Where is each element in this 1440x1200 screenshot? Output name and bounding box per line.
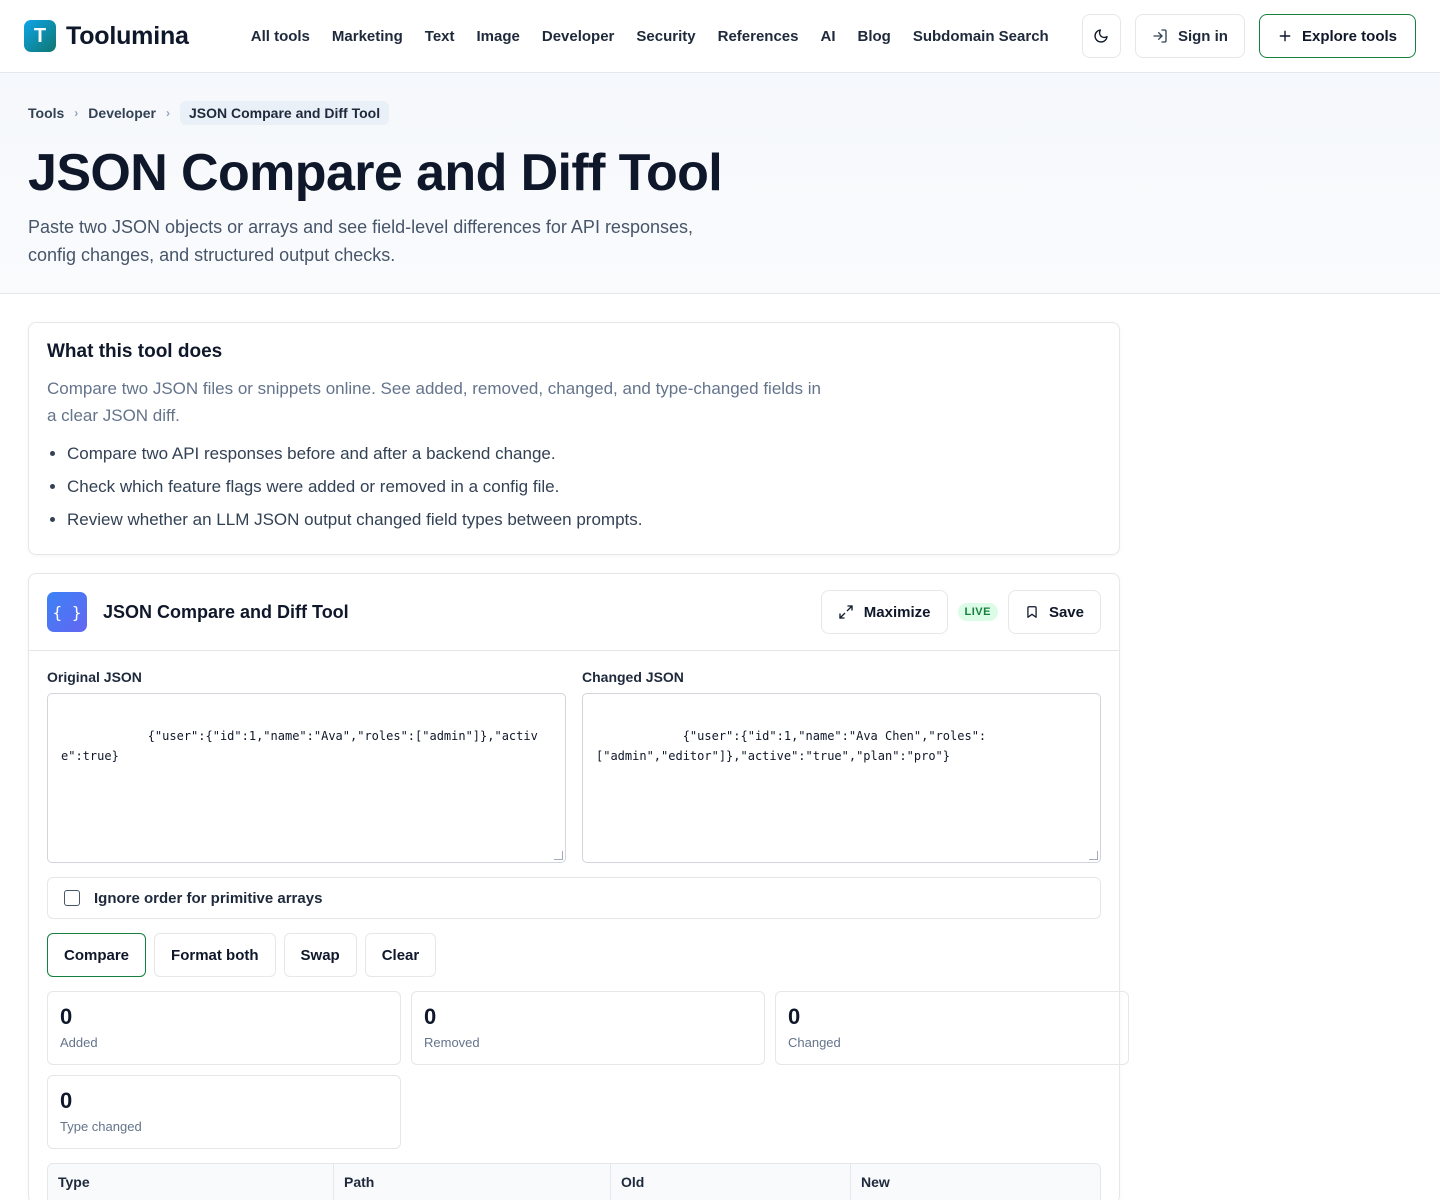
stat-removed: 0 Removed bbox=[411, 991, 765, 1065]
original-json-value: {"user":{"id":1,"name":"Ava","roles":["a… bbox=[61, 729, 538, 763]
header-actions: Sign in Explore tools bbox=[1081, 14, 1416, 58]
compare-button[interactable]: Compare bbox=[47, 933, 147, 977]
list-item: Compare two API responses before and aft… bbox=[67, 437, 1101, 470]
tool-card: { } JSON Compare and Diff Tool Maximize … bbox=[28, 573, 1129, 1200]
stat-changed-value: 0 bbox=[788, 1004, 801, 1029]
stat-added-label: Added bbox=[60, 1035, 98, 1050]
diff-table-header: Type Path Old New bbox=[47, 1163, 1101, 1200]
nav-ai[interactable]: AI bbox=[821, 28, 836, 45]
nav-image[interactable]: Image bbox=[477, 28, 520, 45]
resize-handle-icon[interactable] bbox=[1089, 851, 1098, 860]
column-old: Old bbox=[611, 1164, 851, 1200]
stat-changed-label: Changed bbox=[788, 1035, 841, 1050]
breadcrumb-tools[interactable]: Tools bbox=[28, 105, 64, 121]
braces-icon: { } bbox=[47, 592, 87, 632]
nav-all-tools[interactable]: All tools bbox=[251, 28, 310, 45]
column-new: New bbox=[861, 1174, 890, 1190]
column-path: Path bbox=[334, 1164, 611, 1200]
tool-body: Original JSON {"user":{"id":1,"name":"Av… bbox=[29, 651, 1129, 1200]
page-subtitle: Paste two JSON objects or arrays and see… bbox=[28, 217, 693, 266]
ignore-order-option[interactable]: Ignore order for primitive arrays bbox=[47, 877, 1101, 919]
sign-in-icon bbox=[1153, 29, 1167, 43]
sign-in-button[interactable]: Sign in bbox=[1134, 14, 1245, 58]
maximize-label: Maximize bbox=[863, 603, 931, 621]
original-json-input[interactable]: {"user":{"id":1,"name":"Ava","roles":["a… bbox=[47, 693, 566, 863]
info-description: Compare two JSON files or snippets onlin… bbox=[47, 379, 821, 425]
theme-toggle-button[interactable] bbox=[1081, 14, 1121, 58]
info-card: What this tool does Compare two JSON fil… bbox=[28, 322, 1120, 555]
nav-security[interactable]: Security bbox=[636, 28, 695, 45]
nav-text[interactable]: Text bbox=[425, 28, 455, 45]
ignore-order-label: Ignore order for primitive arrays bbox=[94, 889, 323, 907]
tool-title: JSON Compare and Diff Tool bbox=[103, 601, 349, 622]
tool-actions: Maximize LIVE Save bbox=[820, 590, 1101, 634]
list-item: Check which feature flags were added or … bbox=[67, 470, 1101, 503]
stat-removed-value: 0 bbox=[424, 1004, 437, 1029]
breadcrumb-current: JSON Compare and Diff Tool bbox=[180, 101, 390, 125]
stat-type-changed: 0 Type changed bbox=[47, 1075, 401, 1149]
action-buttons: Compare Format both Swap Clear bbox=[47, 933, 1101, 977]
nav-blog[interactable]: Blog bbox=[858, 28, 891, 45]
resize-handle-icon[interactable] bbox=[554, 851, 563, 860]
stat-changed: 0 Changed bbox=[775, 991, 1129, 1065]
tool-header: { } JSON Compare and Diff Tool Maximize … bbox=[29, 574, 1119, 651]
stat-type-changed-value: 0 bbox=[60, 1088, 73, 1113]
chevron-right-icon: › bbox=[166, 106, 170, 120]
info-heading: What this tool does bbox=[47, 341, 223, 362]
original-json-label: Original JSON bbox=[47, 669, 142, 685]
save-button[interactable]: Save bbox=[1007, 590, 1101, 634]
nav-references[interactable]: References bbox=[718, 28, 799, 45]
changed-json-value: {"user":{"id":1,"name":"Ava Chen","roles… bbox=[596, 729, 987, 763]
nav-subdomain-search[interactable]: Subdomain Search bbox=[913, 28, 1049, 45]
clear-button[interactable]: Clear bbox=[364, 933, 437, 977]
brand-name: Toolumina bbox=[66, 21, 189, 50]
save-label: Save bbox=[1048, 603, 1084, 621]
brand-logo-icon: T bbox=[24, 20, 56, 52]
site-header: T Toolumina All tools Marketing Text Ima… bbox=[0, 0, 1440, 73]
main-nav: All tools Marketing Text Image Developer… bbox=[251, 28, 1049, 45]
maximize-button[interactable]: Maximize bbox=[820, 590, 948, 634]
explore-tools-label: Explore tools bbox=[1301, 27, 1397, 45]
moon-icon bbox=[1094, 29, 1109, 43]
main-content: What this tool does Compare two JSON fil… bbox=[0, 294, 1148, 1200]
changed-json-label: Changed JSON bbox=[582, 669, 684, 685]
stat-removed-label: Removed bbox=[424, 1035, 480, 1050]
page-title: JSON Compare and Diff Tool bbox=[28, 144, 723, 202]
chevron-right-icon: › bbox=[74, 106, 79, 120]
bookmark-icon bbox=[1027, 606, 1037, 618]
diff-stats: 0 Added 0 Removed 0 Changed 0 Type chang… bbox=[47, 991, 1129, 1149]
nav-marketing[interactable]: Marketing bbox=[332, 28, 403, 45]
use-case-list: Compare two API responses before and aft… bbox=[47, 437, 1101, 536]
maximize-icon bbox=[839, 605, 853, 619]
stat-added: 0 Added bbox=[47, 991, 401, 1065]
editors: Original JSON {"user":{"id":1,"name":"Av… bbox=[47, 669, 1101, 863]
breadcrumb: Tools › Developer › JSON Compare and Dif… bbox=[28, 101, 1412, 125]
stat-added-value: 0 bbox=[60, 1004, 73, 1029]
breadcrumb-developer[interactable]: Developer bbox=[88, 105, 156, 121]
explore-tools-button[interactable]: Explore tools bbox=[1258, 14, 1416, 58]
column-type: Type bbox=[48, 1164, 334, 1200]
ignore-order-checkbox[interactable] bbox=[64, 890, 80, 906]
changed-editor: Changed JSON {"user":{"id":1,"name":"Ava… bbox=[582, 669, 1101, 863]
stat-type-changed-label: Type changed bbox=[60, 1119, 142, 1134]
brand-logo-link[interactable]: T Toolumina bbox=[24, 20, 189, 52]
sign-in-label: Sign in bbox=[1177, 27, 1228, 45]
swap-button[interactable]: Swap bbox=[283, 933, 357, 977]
plus-icon bbox=[1279, 30, 1291, 42]
original-editor: Original JSON {"user":{"id":1,"name":"Av… bbox=[47, 669, 566, 863]
changed-json-input[interactable]: {"user":{"id":1,"name":"Ava Chen","roles… bbox=[582, 693, 1101, 863]
nav-developer[interactable]: Developer bbox=[542, 28, 615, 45]
live-badge: LIVE bbox=[957, 603, 998, 621]
hero-section: Tools › Developer › JSON Compare and Dif… bbox=[0, 73, 1440, 294]
list-item: Review whether an LLM JSON output change… bbox=[67, 503, 1101, 536]
format-both-button[interactable]: Format both bbox=[154, 933, 276, 977]
